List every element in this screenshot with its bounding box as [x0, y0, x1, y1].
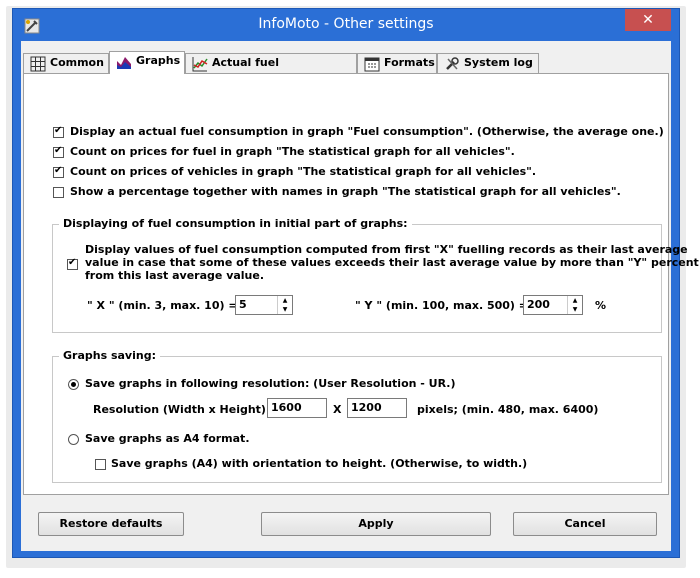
cancel-button[interactable]: Cancel: [513, 512, 657, 536]
group-title: Displaying of fuel consumption in initia…: [59, 217, 412, 230]
fuel-consumption-group: Displaying of fuel consumption in initia…: [52, 217, 699, 333]
tab-formats[interactable]: Formats: [357, 53, 437, 73]
spin-down-icon[interactable]: ▼: [568, 305, 582, 314]
tab-graphs[interactable]: Graphs: [109, 51, 185, 74]
option-checkbox-vehicle-prices[interactable]: [53, 165, 64, 178]
tab-label: Graphs: [136, 54, 181, 67]
option-checkbox-actual-consumption[interactable]: [53, 125, 64, 138]
tab-label: Formats: [384, 56, 435, 69]
dimension-separator: X: [333, 403, 342, 416]
option-checkbox-fuel-prices[interactable]: [53, 145, 64, 158]
x-param-label: " X " (min. 3, max. 10) =: [87, 299, 238, 312]
window-title: InfoMoto - Other settings: [258, 16, 434, 32]
y-value-spinner[interactable]: 200 ▲ ▼: [523, 295, 583, 315]
chart-icon: [117, 57, 131, 69]
restore-defaults-button[interactable]: Restore defaults: [38, 512, 184, 536]
option-label: Show a percentage together with names in…: [70, 185, 621, 198]
tab-label: System log: [464, 56, 533, 69]
a4-format-radio[interactable]: [68, 434, 79, 445]
a4-orientation-checkbox[interactable]: [95, 459, 106, 470]
option-checkbox-percentage[interactable]: [53, 187, 64, 198]
initial-average-checkbox[interactable]: [67, 257, 78, 270]
width-input[interactable]: 1600: [267, 398, 327, 418]
option-label: Count on prices of vehicles in graph "Th…: [70, 165, 537, 178]
a4-orientation-label: Save graphs (A4) with orientation to hei…: [111, 457, 528, 470]
pixels-note: pixels; (min. 480, max. 6400): [417, 403, 599, 416]
settings-window: InfoMoto - Other settings ✕ Common Graph…: [12, 8, 699, 558]
spin-up-icon[interactable]: ▲: [278, 296, 292, 305]
calendar-icon: [364, 57, 380, 72]
spinner-buttons: ▲ ▼: [277, 296, 292, 314]
tab-actual-fuel-consumption[interactable]: Actual fuel consumption: [185, 53, 357, 87]
user-resolution-label: Save graphs in following resolution: (Us…: [85, 377, 456, 390]
tab-common[interactable]: Common: [23, 53, 109, 73]
option-label: Display an actual fuel consumption in gr…: [70, 125, 664, 138]
spinner-value: 200: [527, 298, 550, 311]
apply-button[interactable]: Apply: [261, 512, 491, 536]
user-resolution-radio[interactable]: [68, 379, 79, 390]
close-button[interactable]: ✕: [625, 9, 671, 31]
height-input[interactable]: 1200: [347, 398, 407, 418]
spinner-value: 5: [239, 298, 247, 311]
option-label: Count on prices for fuel in graph "The s…: [70, 145, 515, 158]
graphs-panel: Display an actual fuel consumption in gr…: [23, 73, 699, 495]
percent-unit: %: [595, 299, 607, 312]
tab-label: Common: [50, 56, 104, 69]
line-chart-icon: [192, 57, 208, 72]
title-bar[interactable]: InfoMoto - Other settings ✕: [13, 9, 679, 41]
client-area: Common Graphs Actual fuel consumption: [21, 41, 699, 551]
tools-icon: [446, 57, 459, 70]
grid-icon: [30, 56, 46, 72]
group-title: Graphs saving:: [59, 349, 160, 362]
initial-average-label-line: from this last average value.: [85, 269, 265, 282]
x-value-spinner[interactable]: 5 ▲ ▼: [235, 295, 293, 315]
spin-up-icon[interactable]: ▲: [568, 296, 582, 305]
a4-format-label: Save graphs as A4 format.: [85, 432, 250, 445]
initial-average-label-line: value in case that some of these values …: [85, 256, 699, 269]
graphs-saving-group: Graphs saving: Save graphs in following …: [52, 349, 662, 483]
initial-average-label-line: Display values of fuel consumption compu…: [85, 243, 688, 256]
y-param-label: " Y " (min. 100, max. 500) =: [355, 299, 529, 312]
tab-system-log[interactable]: System log: [437, 53, 539, 73]
spin-down-icon[interactable]: ▼: [278, 305, 292, 314]
resolution-label: Resolution (Width x Height):: [93, 403, 271, 416]
spinner-buttons: ▲ ▼: [567, 296, 582, 314]
